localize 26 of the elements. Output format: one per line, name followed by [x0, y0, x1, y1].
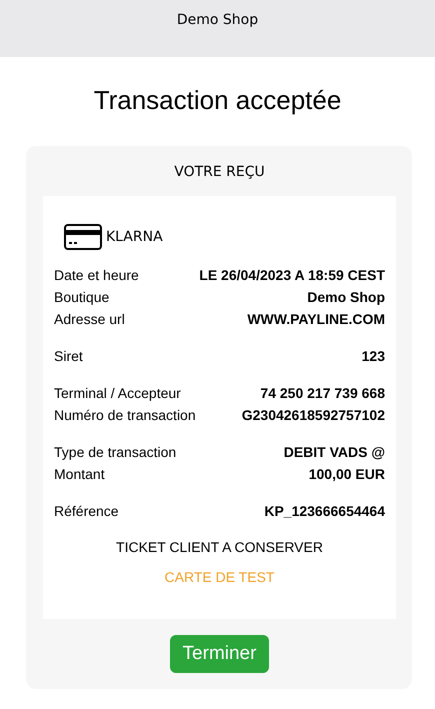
field-label: Type de transaction — [54, 443, 176, 462]
field-value: 123 — [362, 347, 385, 366]
test-card-notice: CARTE DE TEST — [164, 569, 276, 585]
field-value: KP_123666654464 — [264, 502, 385, 521]
field-value: 100,00 EUR — [308, 465, 385, 484]
field-label: Date et heure — [54, 266, 139, 285]
page-title: Transaction acceptée — [92, 85, 342, 116]
receipt-heading: VOTRE REÇU — [174, 164, 265, 180]
field-label: Montant — [54, 465, 105, 484]
finish-button[interactable]: Terminer — [170, 635, 270, 673]
field-value: WWW.PAYLINE.COM — [247, 310, 385, 329]
field-value: 74 250 217 739 668 — [260, 384, 385, 403]
field-label: Référence — [54, 502, 119, 521]
notice-text: TICKET CLIENT A CONSERVER — [115, 539, 324, 555]
field-label: Siret — [54, 347, 83, 366]
field-value: LE 26/04/2023 A 18:59 CEST — [199, 266, 385, 285]
credit-card-icon — [64, 224, 102, 250]
field-label: Adresse url — [54, 310, 125, 329]
field-label: Numéro de transaction — [54, 406, 196, 425]
payment-method: KLARNA — [106, 229, 163, 245]
field-label: Terminal / Accepteur — [54, 384, 181, 403]
field-value: DEBIT VADS @ — [284, 443, 385, 462]
shop-name: Demo Shop — [176, 12, 258, 28]
field-value: Demo Shop — [307, 288, 385, 307]
field-value: G23042618592757102 — [242, 406, 385, 425]
field-label: Boutique — [54, 288, 110, 307]
